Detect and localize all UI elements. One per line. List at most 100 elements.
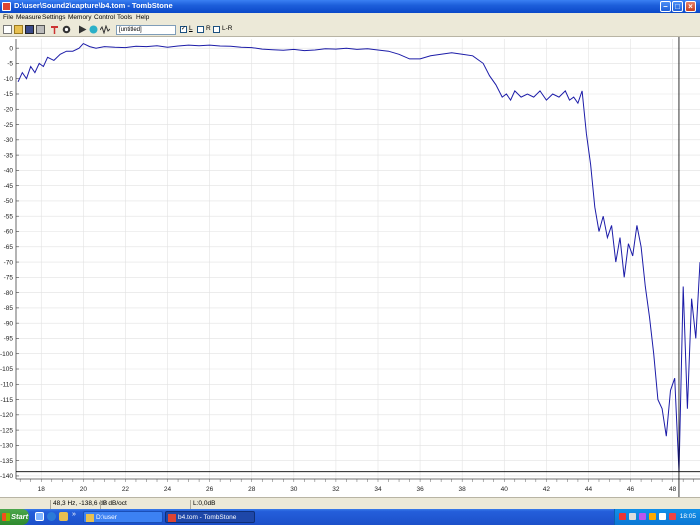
menu-settings[interactable]: Settings — [42, 14, 66, 21]
y-tick-label: -70 — [4, 259, 14, 266]
y-tick-label: -120 — [0, 412, 13, 419]
save-disk-icon[interactable] — [25, 25, 34, 34]
channel-l-checkbox[interactable]: ✓ — [180, 26, 187, 33]
y-tick-label: -40 — [4, 168, 14, 175]
quicklaunch-more[interactable]: » — [72, 511, 76, 518]
y-tick-label: -10 — [4, 76, 14, 83]
x-tick-label: 46 — [627, 486, 635, 493]
x-tick-label: 24 — [164, 486, 172, 493]
start-label: Start — [11, 512, 29, 521]
menu-tools[interactable]: Tools — [117, 14, 132, 21]
tombstone-icon — [168, 514, 176, 522]
print-icon[interactable] — [36, 25, 45, 34]
y-tick-label: -55 — [4, 213, 14, 220]
x-tick-label: 32 — [332, 486, 340, 493]
x-tick-label: 48 — [669, 486, 677, 493]
menu-memory[interactable]: Memory — [68, 14, 91, 21]
y-tick-label: -25 — [4, 122, 14, 129]
x-tick-label: 40 — [501, 486, 509, 493]
channel-r-checkbox[interactable] — [197, 26, 204, 33]
menu-bar: File Measure Settings Memory Control Too… — [0, 13, 700, 23]
status-bar: 48,3 Hz, -138,6 dB ? dB/oct L:0,0dB — [0, 497, 700, 509]
new-file-icon[interactable] — [3, 25, 12, 34]
task-tombstone[interactable]: b4.tom - TombStone — [165, 511, 255, 523]
x-tick-label: 26 — [206, 486, 214, 493]
tray-app-icon[interactable] — [639, 513, 646, 520]
y-tick-label: -50 — [4, 198, 14, 205]
play-icon[interactable] — [78, 25, 87, 34]
chart-svg[interactable]: 0 -5 -10 -15 -20 -25 -30 -35 -40 -45 -50 -55 -60 -65 -… — [0, 37, 700, 497]
clock: 18:05 — [679, 513, 696, 520]
y-tick-label: -115 — [0, 397, 13, 404]
tombstone-window: D:\user\Sound2\capture\b4.tom - TombSton… — [0, 0, 700, 525]
windows-logo-icon — [2, 513, 10, 521]
channel-l-label: L — [189, 25, 193, 32]
task-tombstone-label: b4.tom - TombStone — [178, 514, 237, 521]
cursor-readout: 48,3 Hz, -138,6 dB — [50, 500, 107, 509]
y-tick-label: -45 — [4, 183, 14, 190]
folder-icon[interactable] — [59, 512, 68, 521]
menu-measure[interactable]: Measure — [16, 14, 41, 21]
slope-readout: ? dB/oct — [100, 500, 190, 509]
taskbar: Start » D:\user b4.tom - TombStone 18:05 — [0, 509, 700, 525]
y-tick-label: -95 — [4, 336, 14, 343]
y-tick-label: -130 — [0, 443, 13, 450]
start-button[interactable]: Start — [0, 509, 29, 525]
y-tick-label: -80 — [4, 290, 14, 297]
tray-alert-icon[interactable] — [669, 513, 676, 520]
x-tick-label: 38 — [459, 486, 467, 493]
minimize-button[interactable]: – — [660, 1, 671, 12]
app-icon[interactable] — [2, 2, 11, 11]
folder-icon — [86, 514, 94, 522]
channel-lr-checkbox[interactable] — [213, 26, 220, 33]
ie-icon[interactable] — [47, 512, 56, 521]
menu-file[interactable]: File — [3, 14, 13, 21]
menu-help[interactable]: Help — [136, 14, 149, 21]
toolbar: [untitled] ✓ L R L-R — [0, 23, 700, 37]
tray-expand-icon[interactable] — [619, 513, 626, 520]
y-tick-label: -100 — [0, 351, 13, 358]
y-tick-label: -125 — [0, 427, 13, 434]
x-tick-label: 42 — [543, 486, 551, 493]
frequency-response-plot[interactable]: 0 -5 -10 -15 -20 -25 -30 -35 -40 -45 -50 -55 -60 -65 -… — [0, 37, 700, 497]
y-tick-label: -135 — [0, 458, 13, 465]
preset-field[interactable]: [untitled] — [116, 25, 176, 35]
maximize-button[interactable]: □ — [672, 1, 683, 12]
desktop-icon[interactable] — [35, 512, 44, 521]
title-bar[interactable]: D:\user\Sound2\capture\b4.tom - TombSton… — [0, 0, 700, 13]
menu-control[interactable]: Control — [94, 14, 115, 21]
tray-shield-icon[interactable] — [649, 513, 656, 520]
x-tick-label: 20 — [80, 486, 88, 493]
task-explorer[interactable]: D:\user — [83, 511, 163, 523]
y-tick-label: -15 — [4, 91, 14, 98]
y-tick-label: -30 — [4, 137, 14, 144]
open-folder-icon[interactable] — [14, 25, 23, 34]
y-tick-label: -85 — [4, 305, 14, 312]
x-tick-label: 18 — [38, 486, 46, 493]
y-tick-label: -65 — [4, 244, 14, 251]
channel-lr-label: L-R — [222, 25, 233, 32]
pin-icon[interactable] — [50, 25, 59, 34]
y-tick-label: -110 — [0, 381, 13, 388]
record-icon[interactable] — [62, 25, 71, 34]
x-tick-label: 28 — [248, 486, 256, 493]
level-readout: L:0,0dB — [190, 500, 310, 509]
x-tick-label: 22 — [122, 486, 130, 493]
response-curve — [17, 42, 700, 472]
y-tick-label: -5 — [7, 61, 13, 68]
network-icon[interactable] — [629, 513, 636, 520]
window-title: D:\user\Sound2\capture\b4.tom - TombSton… — [14, 1, 173, 10]
measure-icon[interactable] — [89, 25, 98, 34]
y-tick-label: -20 — [4, 106, 14, 113]
system-tray: 18:05 — [614, 509, 700, 525]
x-tick-label: 34 — [374, 486, 382, 493]
channel-r-label: R — [206, 25, 211, 32]
close-button[interactable]: × — [685, 1, 696, 12]
volume-icon[interactable] — [659, 513, 666, 520]
signal-icon[interactable] — [99, 24, 111, 35]
task-explorer-label: D:\user — [96, 514, 117, 521]
y-tick-label: -90 — [4, 320, 14, 327]
y-tick-label: 0 — [9, 45, 13, 52]
x-tick-label: 30 — [290, 486, 298, 493]
y-tick-label: -35 — [4, 152, 14, 159]
